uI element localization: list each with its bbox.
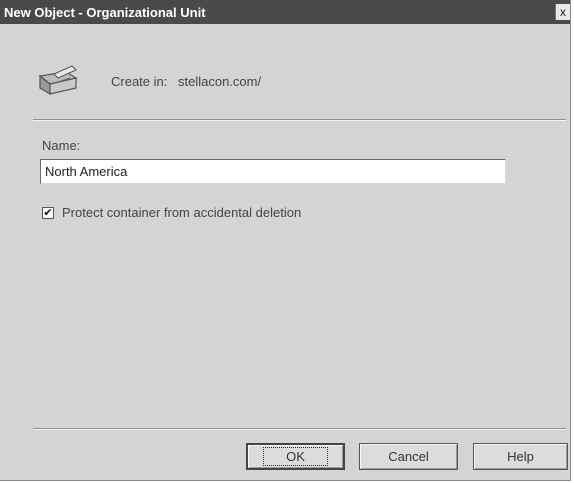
name-label: Name: <box>42 138 81 153</box>
protect-checkbox[interactable]: ✔ <box>42 206 54 219</box>
new-object-dialog: New Object - Organizational Unit x Creat… <box>0 0 571 481</box>
ok-button[interactable]: OK <box>246 443 345 470</box>
close-button[interactable]: x <box>555 4 570 20</box>
create-in-path: stellacon.com/ <box>178 74 262 89</box>
cancel-button[interactable]: Cancel <box>359 443 458 470</box>
dialog-title: New Object - Organizational Unit <box>4 4 206 20</box>
protect-checkbox-row[interactable]: ✔ Protect container from accidental dele… <box>42 205 301 220</box>
protect-checkbox-label[interactable]: Protect container from accidental deleti… <box>62 205 301 220</box>
ok-button-label: OK <box>263 447 328 466</box>
footer-divider <box>33 428 566 430</box>
create-in-label: Create in: <box>111 74 168 89</box>
title-bar[interactable]: New Object - Organizational Unit x <box>0 0 570 24</box>
help-button[interactable]: Help <box>473 443 568 470</box>
header-divider <box>33 119 566 121</box>
folder-ou-icon <box>36 62 80 98</box>
name-field[interactable] <box>40 159 506 184</box>
